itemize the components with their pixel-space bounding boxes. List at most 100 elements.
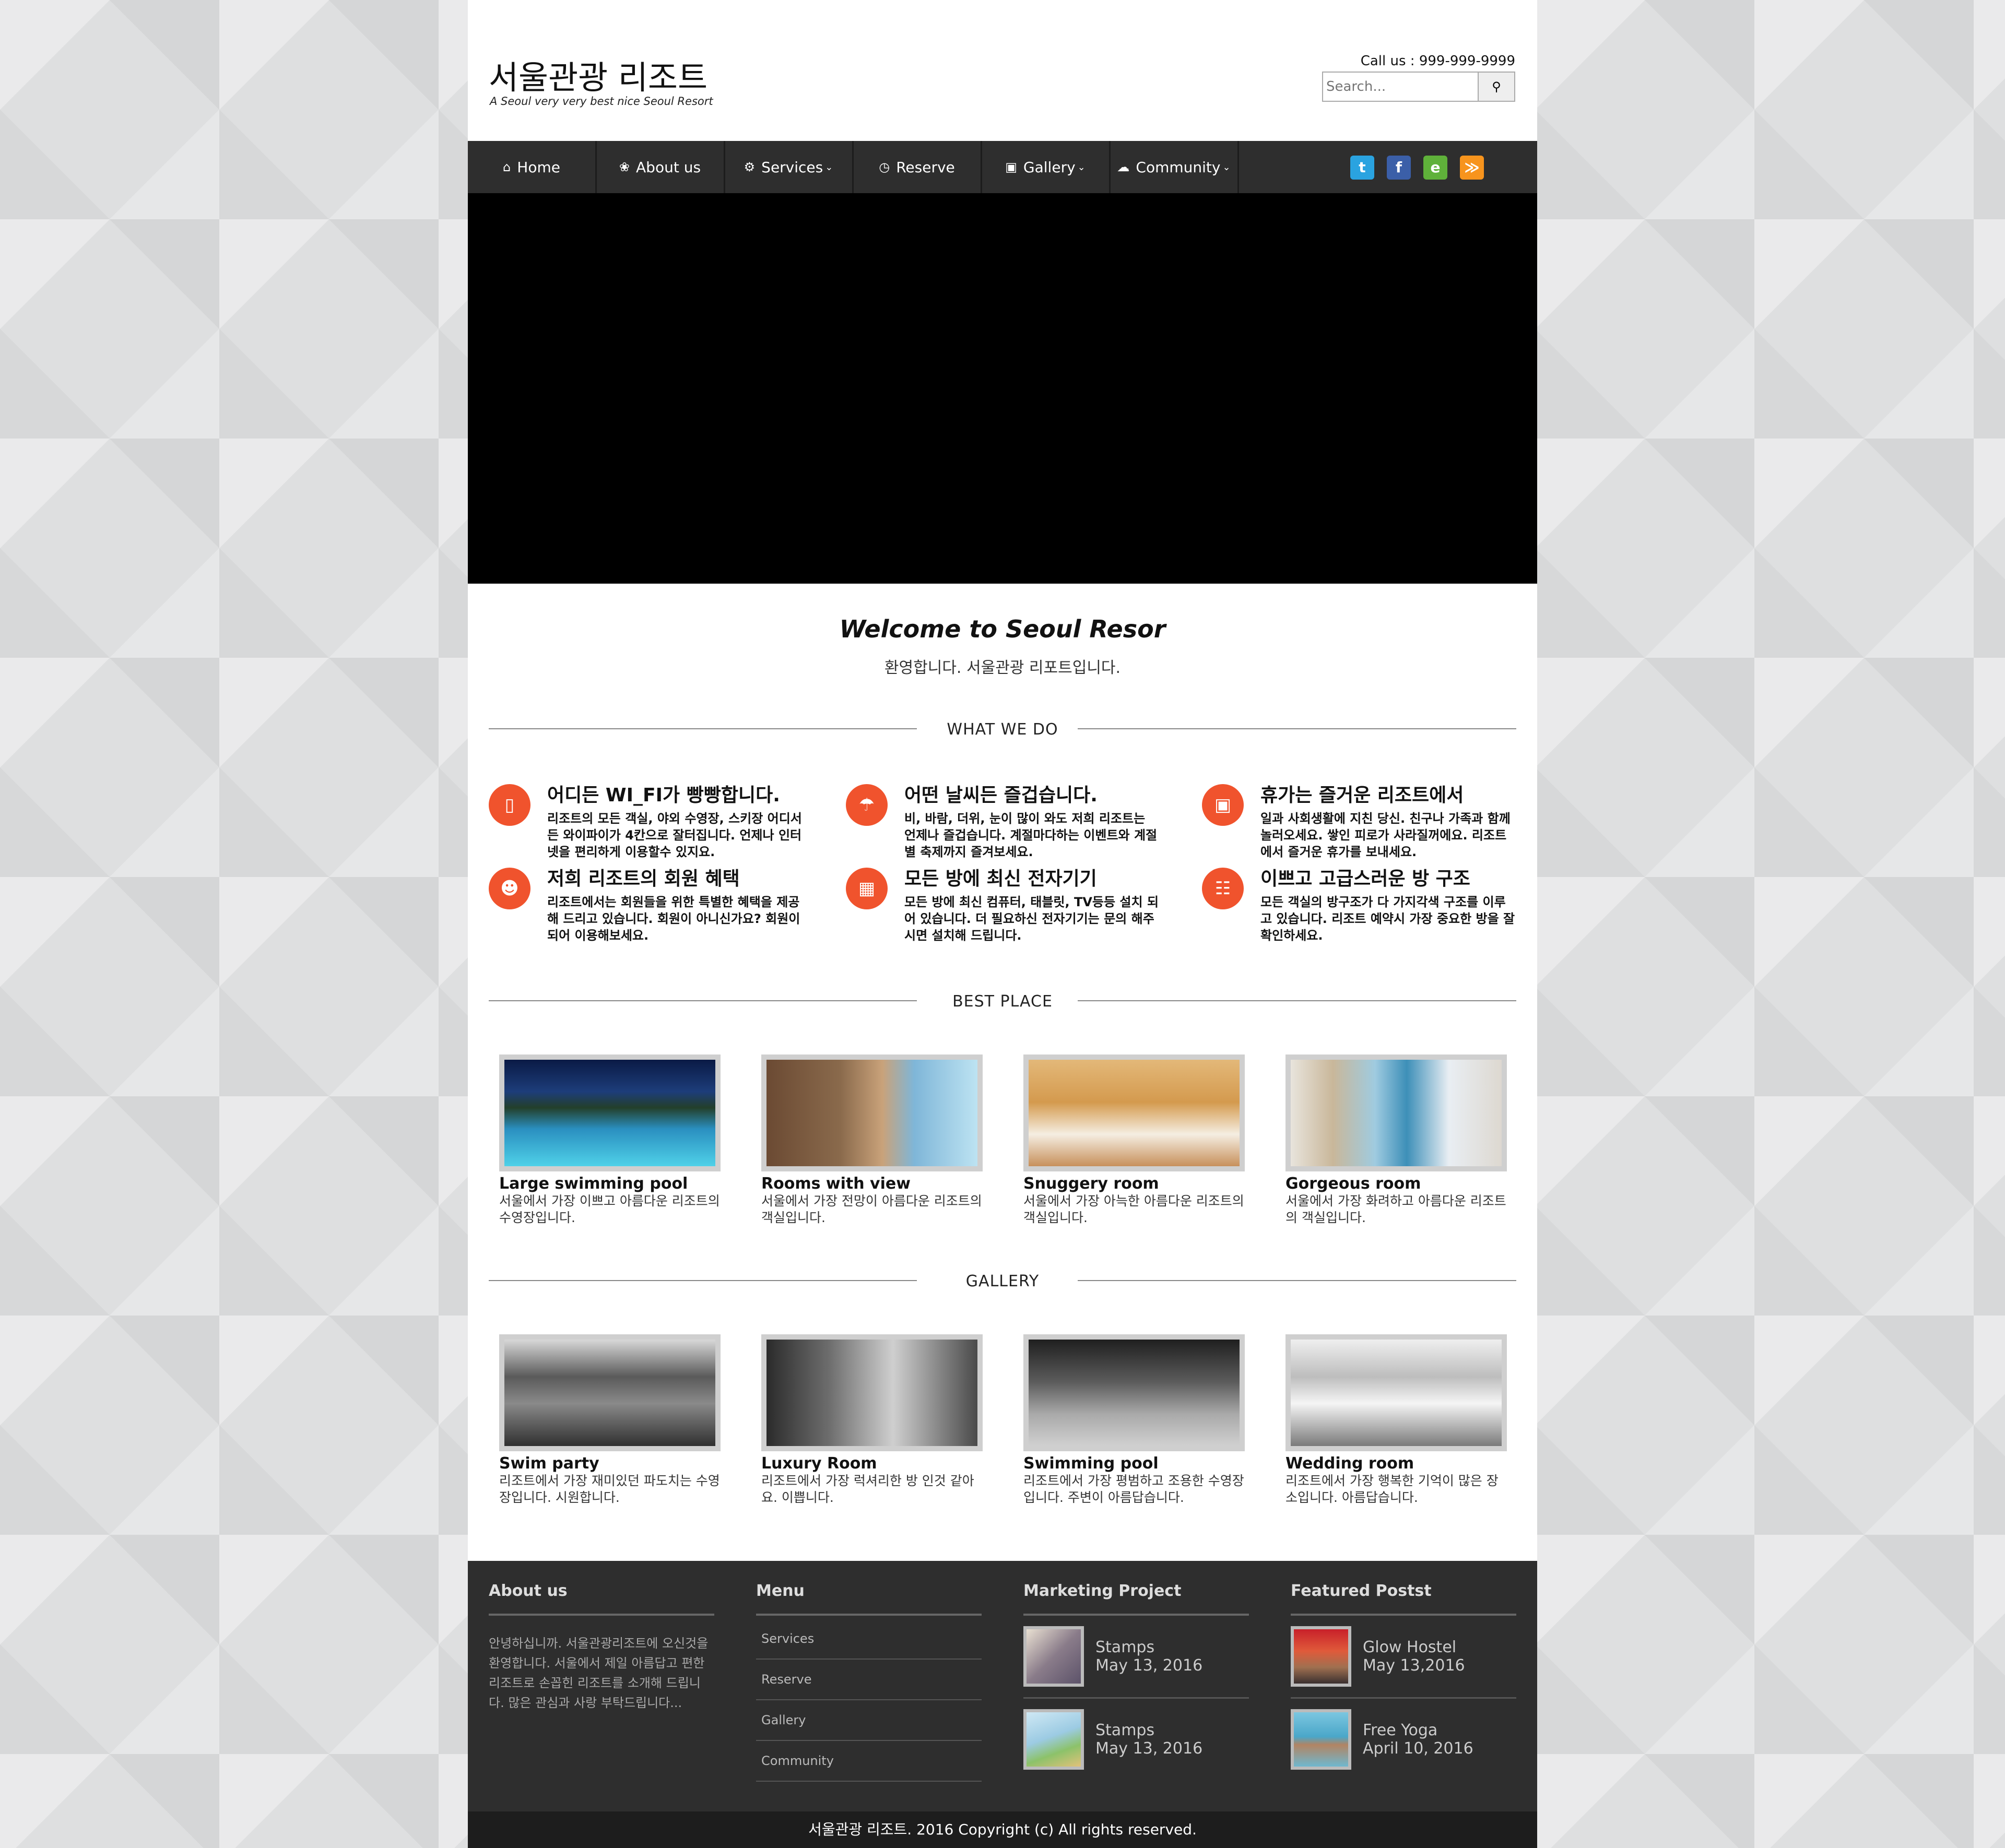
feature-text: 리조트에서는 회원들을 위한 특별한 혜택을 제공해 드리고 있습니다. 회원이…	[547, 895, 800, 943]
card-title[interactable]: Luxury Room	[761, 1454, 983, 1473]
chevron-down-icon: ⌄	[1222, 161, 1231, 173]
nav-home-label: Home	[517, 158, 560, 176]
post-title[interactable]: Glow Hostel	[1363, 1638, 1465, 1656]
feature-title: 이쁘고 고급스러운 방 구조	[1260, 868, 1470, 890]
search-button[interactable]: ⚲	[1479, 72, 1515, 102]
footer-menu-list: Services Reserve Gallery Community	[756, 1619, 982, 1782]
chevron-down-icon: ⌄	[1077, 161, 1086, 173]
marketing-post[interactable]: Stamps May 13, 2016	[1023, 1616, 1249, 1699]
featured-post[interactable]: Glow Hostel May 13,2016	[1291, 1616, 1516, 1699]
post-title[interactable]: Stamps	[1095, 1721, 1202, 1739]
card-text: 리조트에서 가장 재미있던 파도치는 수영장입니다. 시원합니다.	[499, 1473, 720, 1505]
feature-text: 리조트의 모든 객실, 야외 수영장, 스키장 어디서든 와이파이가 4칸으로 …	[547, 811, 802, 859]
card-title[interactable]: Large swimming pool	[499, 1175, 721, 1193]
feature-text: 비, 바람, 더위, 눈이 많이 와도 저희 리조트는 언제나 즐겁습니다. 계…	[904, 811, 1158, 859]
nav-gallery[interactable]: ▣ Gallery ⌄	[982, 141, 1111, 193]
nav-about[interactable]: ❀ About us	[596, 141, 725, 193]
card-text: 서울에서 가장 이쁘고 아름다운 리조트의 수영장입니다.	[499, 1193, 720, 1225]
post-title[interactable]: Stamps	[1095, 1638, 1202, 1656]
gallery-card[interactable]: Swim party 리조트에서 가장 재미있던 파도치는 수영장입니다. 시원…	[499, 1334, 721, 1506]
card-text: 리조트에서 가장 럭셔리한 방 인것 같아요. 이쁩니다.	[761, 1473, 974, 1505]
feature-text: 일과 사회생활에 지친 당신. 친구나 가족과 함께 놀러오세요. 쌓인 피로가…	[1260, 811, 1511, 859]
nav-about-label: About us	[636, 158, 701, 176]
best-place-card[interactable]: Rooms with view 서울에서 가장 전망이 아름다운 리조트의 객실…	[761, 1055, 983, 1226]
site-title[interactable]: 서울관광 리조트	[489, 51, 707, 98]
best-place-card[interactable]: Gorgeous room 서울에서 가장 화려하고 아름다운 리조트의 객실입…	[1285, 1055, 1507, 1226]
card-title[interactable]: Wedding room	[1285, 1454, 1507, 1473]
rss-icon[interactable]: ≫	[1460, 156, 1484, 180]
post-date: May 13, 2016	[1095, 1656, 1203, 1675]
nav-community-label: Community	[1136, 158, 1221, 176]
footer-menu-item[interactable]: Community	[756, 1741, 982, 1782]
card-title[interactable]: Swimming pool	[1023, 1454, 1245, 1473]
post-thumbnail[interactable]	[1291, 1626, 1351, 1687]
image-icon: ▣	[1005, 160, 1017, 174]
gallery-card[interactable]: Swimming pool 리조트에서 가장 평범하고 조용한 수영장입니다. …	[1023, 1334, 1245, 1506]
footer-heading: Menu	[756, 1582, 982, 1616]
card-title[interactable]: Snuggery room	[1023, 1175, 1245, 1193]
post-thumbnail[interactable]	[1291, 1709, 1351, 1770]
briefcase-icon: ▣	[1202, 784, 1244, 826]
card-title[interactable]: Gorgeous room	[1285, 1175, 1507, 1193]
feature-title: 휴가는 즐거운 리조트에서	[1260, 785, 1464, 806]
room-view-image[interactable]	[761, 1055, 983, 1171]
post-title[interactable]: Free Yoga	[1363, 1721, 1473, 1739]
best-place-card[interactable]: Snuggery room 서울에서 가장 아늑한 아름다운 리조트의 객실입니…	[1023, 1055, 1245, 1226]
nav-reserve[interactable]: ◷ Reserve	[853, 141, 982, 193]
main-nav: ⌂ Home ❀ About us ⚙ Services ⌄ ◷ Reserve ▣ Gal…	[468, 141, 1537, 193]
leaf-icon: ❀	[619, 160, 630, 174]
nav-reserve-label: Reserve	[896, 158, 955, 176]
card-title[interactable]: Swim party	[499, 1454, 721, 1473]
windows-icon: ▦	[846, 868, 888, 909]
post-thumbnail[interactable]	[1023, 1709, 1084, 1770]
feature-title: 저희 리조트의 회원 혜택	[547, 868, 740, 890]
sitemap-icon: ☷	[1202, 868, 1244, 909]
nav-community[interactable]: ☁ Community ⌄	[1110, 141, 1239, 193]
welcome-title: Welcome to Seoul Resor	[839, 615, 1166, 643]
gorgeous-room-image[interactable]	[1285, 1055, 1507, 1171]
nav-gallery-label: Gallery	[1023, 158, 1076, 176]
luxury-room-image[interactable]	[761, 1334, 983, 1451]
section-title-gallery: GALLERY	[965, 1272, 1040, 1290]
footer-heading: Marketing Project	[1023, 1582, 1249, 1616]
feature-text: 모든 방에 최신 컴퓨터, 태블릿, TV등등 설치 되어 있습니다. 더 필요…	[904, 895, 1159, 943]
section-title-what-we-do: WHAT WE DO	[947, 720, 1058, 739]
facebook-icon[interactable]: f	[1387, 156, 1411, 180]
nav-services[interactable]: ⚙ Services ⌄	[725, 141, 854, 193]
search-icon: ⚲	[1492, 79, 1501, 94]
gallery-card[interactable]: Wedding room 리조트에서 가장 행복한 기억이 많은 장소입니다. …	[1285, 1334, 1507, 1506]
wedding-room-image[interactable]	[1285, 1334, 1507, 1451]
post-thumbnail[interactable]	[1023, 1626, 1084, 1687]
swimming-pool-image[interactable]	[1023, 1334, 1245, 1451]
gallery-card[interactable]: Luxury Room 리조트에서 가장 럭셔리한 방 인것 같아요. 이쁩니다…	[761, 1334, 983, 1506]
footer-menu-item[interactable]: Reserve	[756, 1660, 982, 1700]
nav-home[interactable]: ⌂ Home	[468, 141, 597, 193]
footer-marketing: Marketing Project Stamps May 13, 2016 St…	[1023, 1582, 1249, 1780]
mobile-icon: ▯	[489, 784, 530, 826]
section-title-best-place: BEST PLACE	[952, 992, 1053, 1011]
post-date: May 13, 2016	[1095, 1739, 1203, 1758]
card-title[interactable]: Rooms with view	[761, 1175, 983, 1193]
snuggery-room-image[interactable]	[1023, 1055, 1245, 1171]
chat-icon: ☁	[1117, 160, 1130, 174]
best-place-card[interactable]: Large swimming pool 서울에서 가장 이쁘고 아름다운 리조트…	[499, 1055, 721, 1226]
swim-party-image[interactable]	[499, 1334, 721, 1451]
card-text: 리조트에서 가장 행복한 기억이 많은 장소입니다. 아름답습니다.	[1285, 1473, 1499, 1505]
search-input[interactable]	[1322, 72, 1479, 102]
twitter-icon[interactable]: t	[1350, 156, 1374, 180]
evernote-icon[interactable]: e	[1423, 156, 1447, 180]
card-text: 리조트에서 가장 평범하고 조용한 수영장입니다. 주변이 아름답습니다.	[1023, 1473, 1244, 1505]
footer-menu-item[interactable]: Services	[756, 1619, 982, 1660]
footer-menu: Menu Services Reserve Gallery Community	[756, 1582, 982, 1782]
footer-menu-item[interactable]: Gallery	[756, 1700, 982, 1741]
pool-image[interactable]	[499, 1055, 721, 1171]
hero-slider[interactable]	[468, 193, 1537, 584]
footer-featured: Featured Postst Glow Hostel May 13,2016 …	[1291, 1582, 1516, 1780]
feature-title: 어디든 WI_FI가 빵빵합니다.	[547, 785, 780, 806]
post-date: May 13,2016	[1363, 1656, 1465, 1675]
post-date: April 10, 2016	[1363, 1739, 1473, 1758]
featured-post[interactable]: Free Yoga April 10, 2016	[1291, 1699, 1516, 1780]
card-text: 서울에서 가장 아늑한 아름다운 리조트의 객실입니다.	[1023, 1193, 1244, 1225]
card-text: 서울에서 가장 전망이 아름다운 리조트의 객실입니다.	[761, 1193, 982, 1225]
marketing-post[interactable]: Stamps May 13, 2016	[1023, 1699, 1249, 1780]
